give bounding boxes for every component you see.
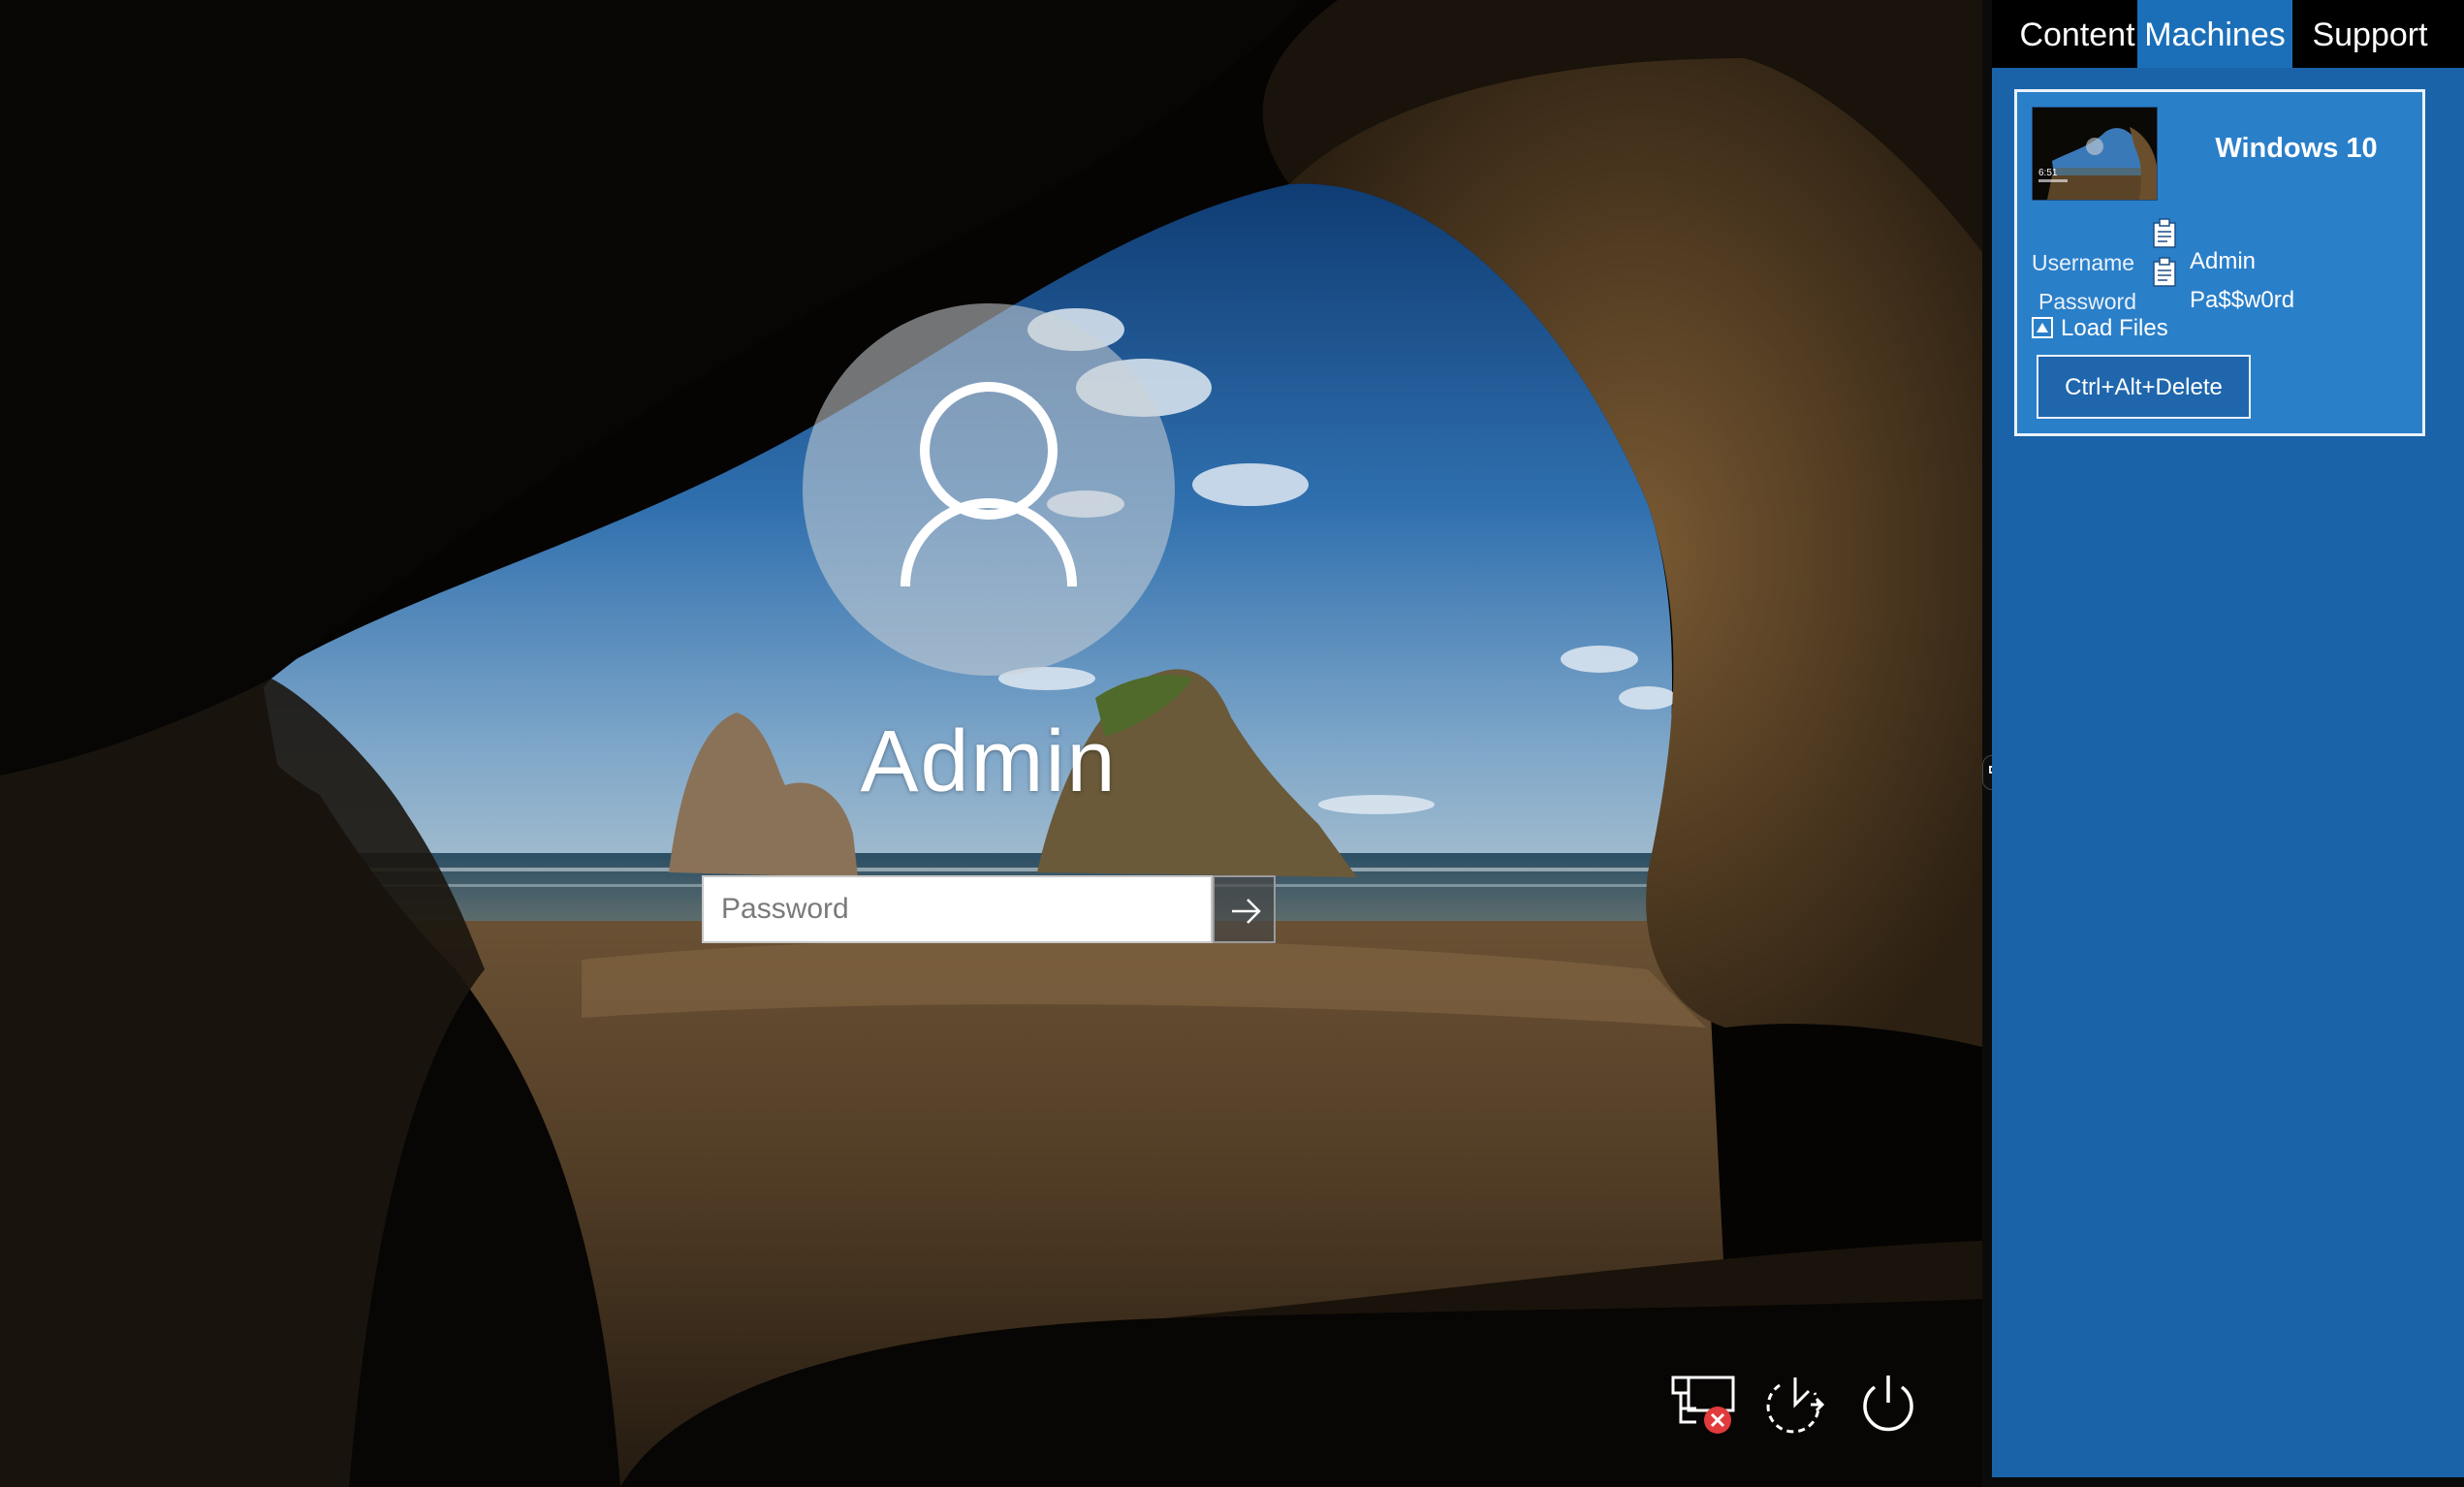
username-label: Username <box>2032 250 2135 275</box>
load-files-label: Load Files <box>2061 315 2168 341</box>
power-button[interactable] <box>1853 1372 1923 1436</box>
copy-username-button[interactable] <box>2151 218 2178 249</box>
machines-panel: 6:51 Windows 10 Username Admin Password <box>1992 68 2464 1477</box>
ease-of-access-icon <box>1766 1377 1825 1434</box>
password-value[interactable]: Pa$$w0rd <box>2190 287 2294 314</box>
network-button[interactable] <box>1667 1372 1737 1436</box>
arrow-right-icon <box>1232 899 1261 924</box>
clipboard-icon <box>2153 257 2176 287</box>
expand-toggle-icon <box>2032 317 2053 338</box>
tab-support[interactable]: Support <box>2292 0 2448 68</box>
tab-bar: Content Machines Support <box>1992 0 2464 68</box>
machine-title: Windows 10 <box>2215 133 2378 164</box>
side-panel: Content Machines Support 6:51 Windows 10… <box>1992 0 2464 1487</box>
username-value[interactable]: Admin <box>2190 248 2256 275</box>
machine-card: 6:51 Windows 10 Username Admin Password <box>2014 89 2425 436</box>
tab-content[interactable]: Content <box>2000 0 2155 68</box>
thumbnail-clock: 6:51 <box>2038 168 2058 178</box>
panel-splitter[interactable] <box>1982 0 1992 1487</box>
copy-password-button[interactable] <box>2151 257 2178 288</box>
password-row <box>702 875 1276 943</box>
user-name: Admin <box>860 713 1118 810</box>
user-silhouette-icon <box>900 382 1077 587</box>
network-disconnected-icon <box>1671 1376 1735 1434</box>
ctrl-alt-delete-button[interactable]: Ctrl+Alt+Delete <box>2037 355 2251 419</box>
password-input[interactable] <box>702 875 1213 943</box>
thumbnail-image: 6:51 <box>2033 108 2157 200</box>
password-label: Password <box>2038 289 2136 314</box>
ease-of-access-button[interactable] <box>1760 1372 1830 1436</box>
user-avatar <box>803 303 1175 676</box>
tab-machines[interactable]: Machines <box>2137 0 2292 68</box>
vm-screen[interactable]: Admin <box>0 0 1982 1487</box>
submit-arrow-button[interactable] <box>1213 875 1276 943</box>
power-icon <box>1863 1376 1913 1432</box>
clipboard-icon <box>2153 218 2176 248</box>
machine-thumbnail[interactable]: 6:51 <box>2032 107 2158 201</box>
